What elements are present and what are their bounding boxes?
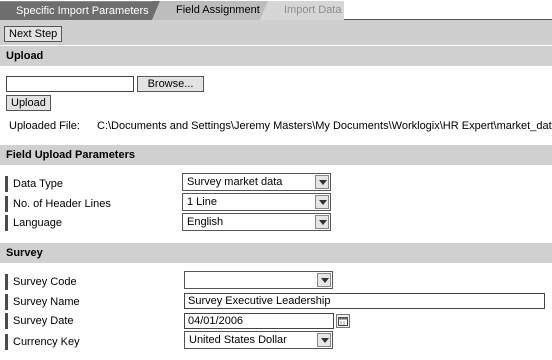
section-header-upload: Upload xyxy=(0,46,552,66)
header-lines-label: No. of Header Lines xyxy=(5,196,111,212)
tab-strip: Specific Import Parameters Field Assignm… xyxy=(0,0,552,20)
survey-date-label: Survey Date xyxy=(5,313,74,329)
survey-date-input[interactable]: 04/01/2006 xyxy=(184,313,334,329)
chevron-down-icon[interactable] xyxy=(315,195,329,209)
tab-specific-import-parameters[interactable]: Specific Import Parameters xyxy=(0,1,160,20)
next-step-button[interactable]: Next Step xyxy=(4,26,63,42)
tab-separator xyxy=(152,1,160,20)
uploaded-file-path: C:\Documents and Settings\Jeremy Masters… xyxy=(97,120,552,132)
uploaded-file-row: Uploaded File: C:\Documents and Settings… xyxy=(9,118,552,134)
section-header-field-upload: Field Upload Parameters xyxy=(0,145,552,165)
data-type-value: Survey market data xyxy=(187,176,283,188)
header-lines-select[interactable]: 1 Line xyxy=(182,193,331,211)
survey-name-label: Survey Name xyxy=(5,294,80,310)
header-lines-value: 1 Line xyxy=(187,196,217,208)
data-type-select[interactable]: Survey market data xyxy=(182,173,331,191)
survey-code-select[interactable] xyxy=(184,271,333,289)
chevron-down-icon[interactable] xyxy=(315,175,329,189)
data-type-label: Data Type xyxy=(5,176,63,192)
currency-key-label: Currency Key xyxy=(5,334,80,350)
browse-button[interactable]: Browse... xyxy=(137,76,204,92)
tab-import-data: Import Data xyxy=(268,1,344,20)
file-path-input[interactable] xyxy=(6,76,134,92)
language-select[interactable]: English xyxy=(182,213,331,231)
upload-button[interactable]: Upload xyxy=(6,95,51,111)
toolbar: Next Step xyxy=(0,20,552,45)
chevron-down-icon[interactable] xyxy=(315,215,329,229)
survey-code-label: Survey Code xyxy=(5,274,77,290)
section-header-survey: Survey xyxy=(0,243,552,263)
calendar-icon[interactable] xyxy=(336,314,350,328)
currency-key-select[interactable]: United States Dollar xyxy=(184,331,333,349)
tab-separator xyxy=(260,1,268,20)
tab-field-assignment[interactable]: Field Assignment xyxy=(160,1,265,20)
language-label: Language xyxy=(5,215,62,231)
chevron-down-icon[interactable] xyxy=(317,333,331,347)
survey-name-input[interactable]: Survey Executive Leadership xyxy=(184,293,545,309)
currency-key-value: United States Dollar xyxy=(189,334,287,346)
chevron-down-icon[interactable] xyxy=(317,273,331,287)
uploaded-file-label: Uploaded File: xyxy=(9,120,80,132)
language-value: English xyxy=(187,216,224,228)
